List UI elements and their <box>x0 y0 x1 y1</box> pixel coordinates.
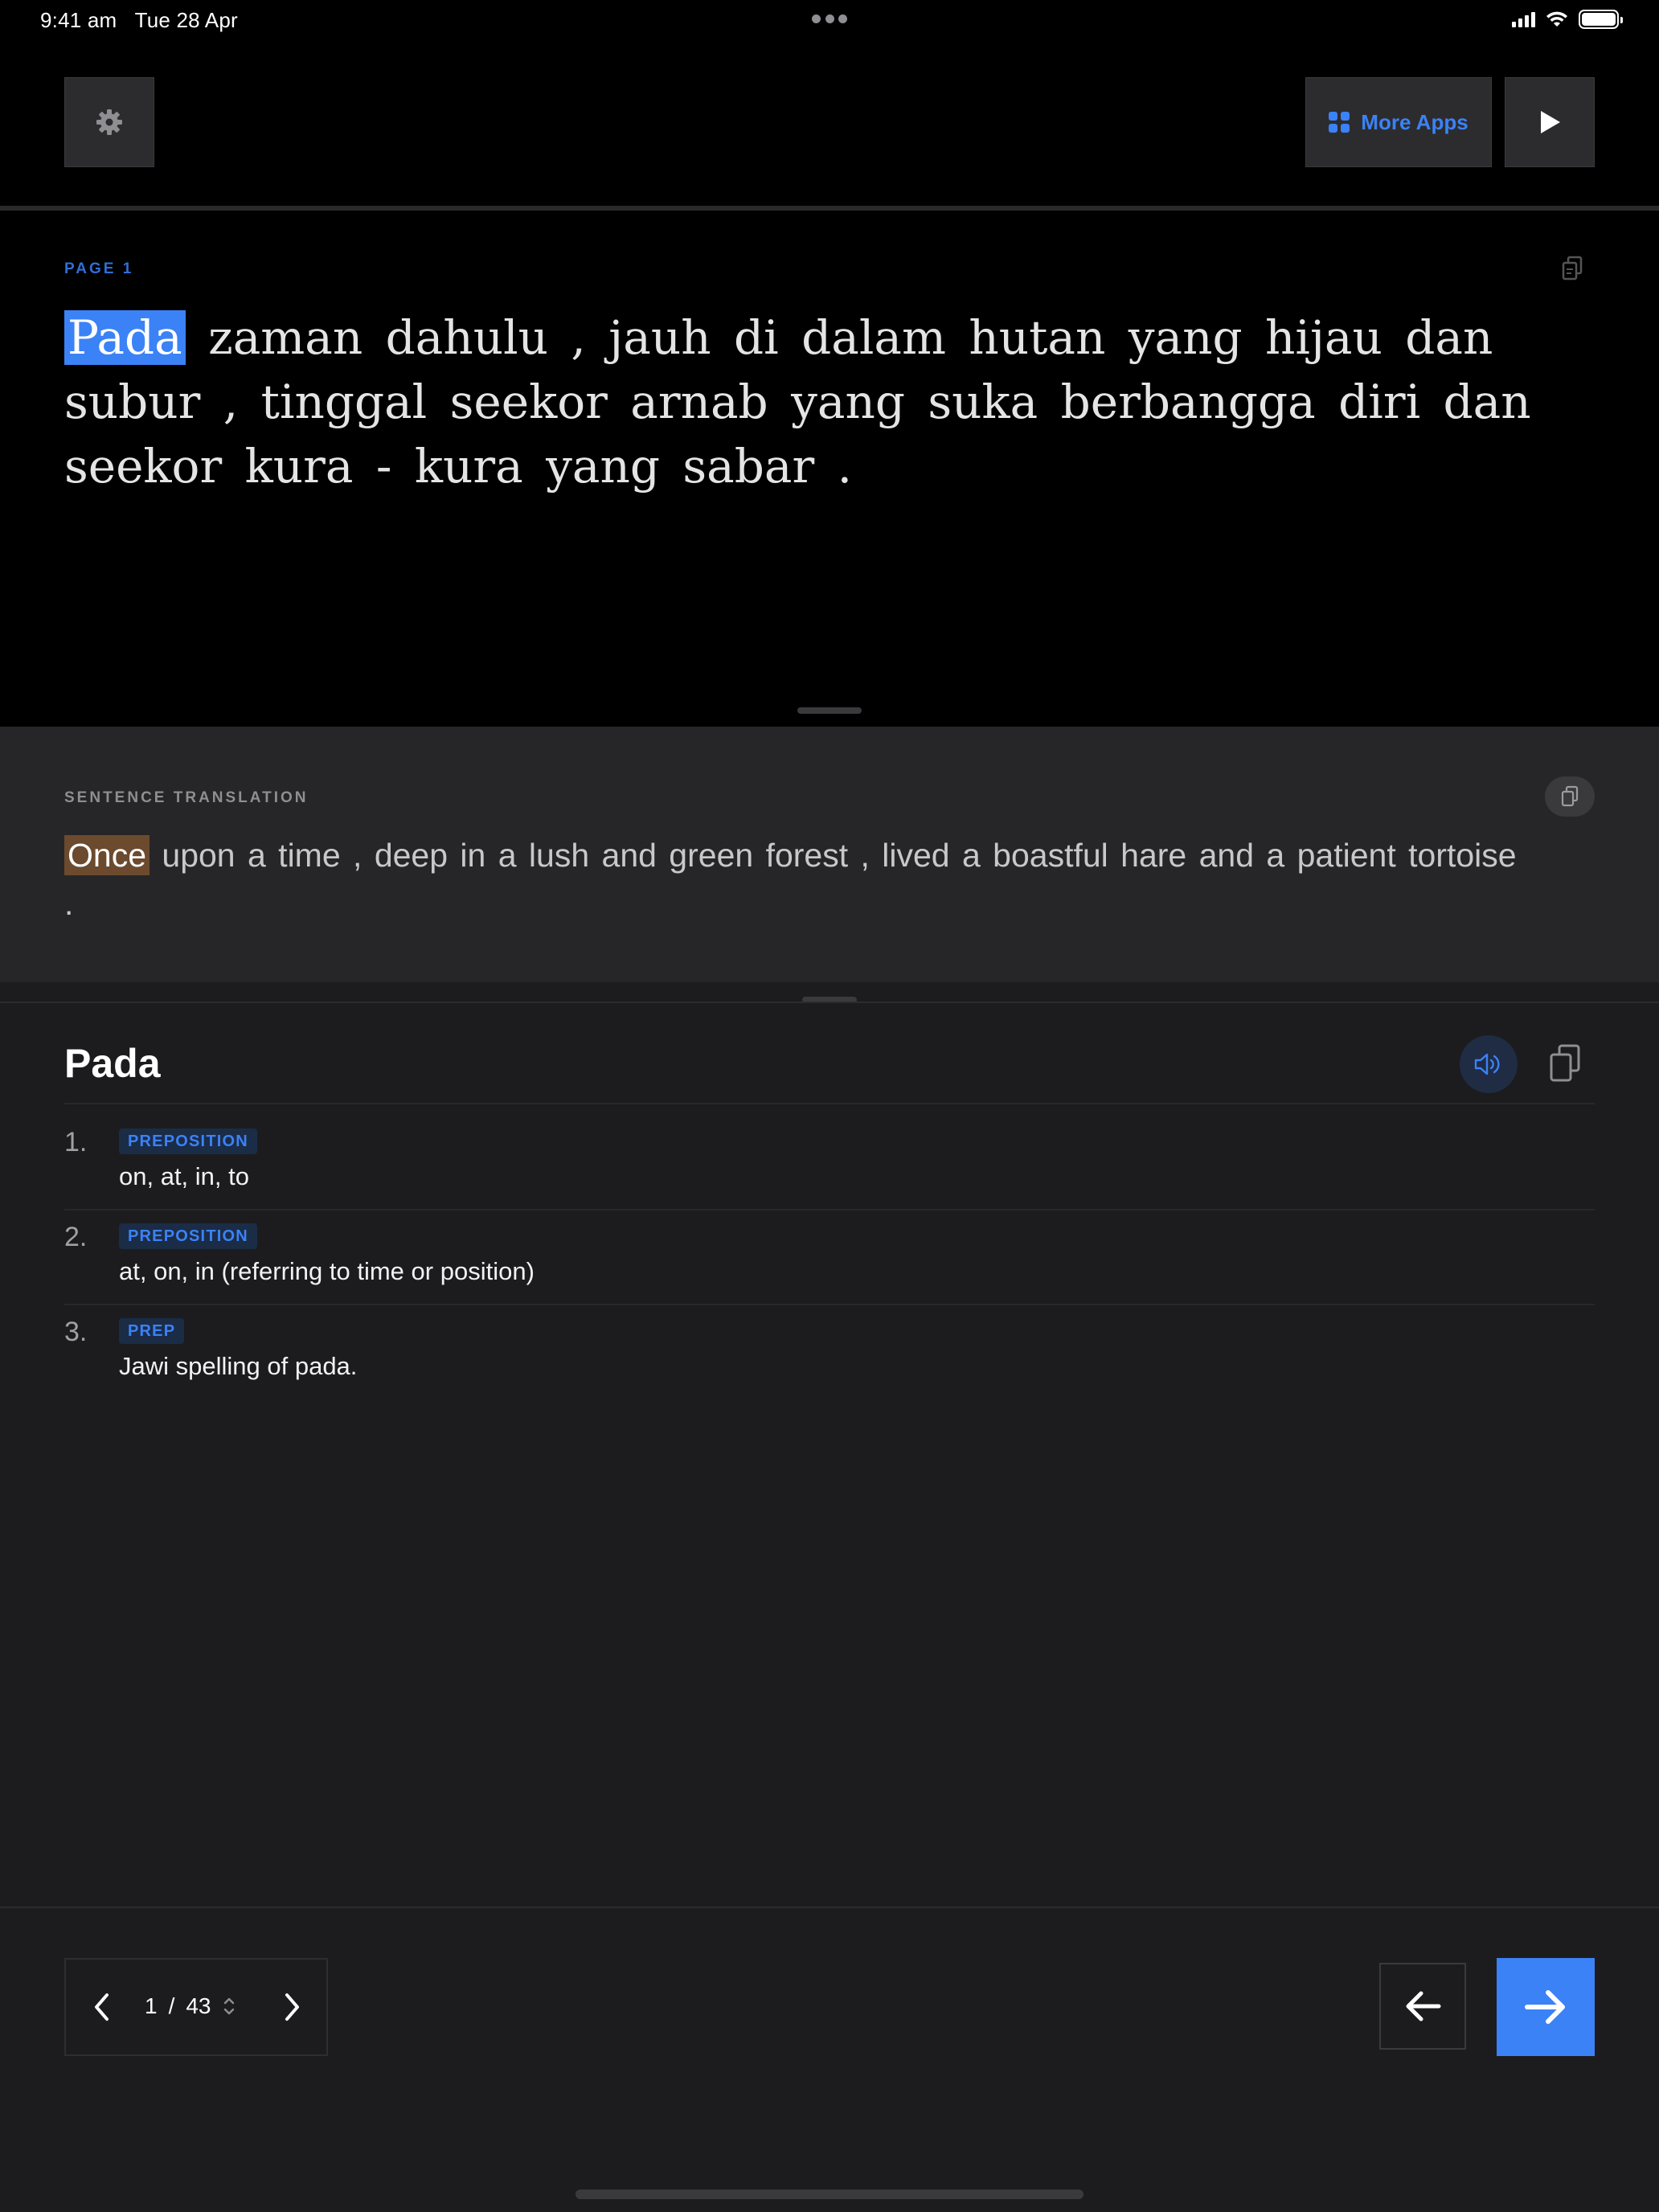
next-sentence-button[interactable] <box>1497 1958 1595 2056</box>
top-toolbar: More Apps <box>0 39 1659 206</box>
play-button[interactable] <box>1505 77 1595 167</box>
definition-text: on, at, in, to <box>119 1162 249 1190</box>
reader-panel: PAGE 1 Pada zaman dahulu , jauh di dalam… <box>0 211 1659 727</box>
more-apps-label: More Apps <box>1361 109 1469 134</box>
cellular-signal-icon <box>1512 11 1535 27</box>
definition-item: 2. PREPOSITION at, on, in (referring to … <box>64 1199 1595 1294</box>
page-stepper: 1 / 43 <box>64 1958 328 2056</box>
definition-text: Jawi spelling of pada. <box>119 1352 358 1380</box>
page-separator: / <box>168 1993 175 2018</box>
translated-highlight-word[interactable]: Once <box>64 835 150 875</box>
definition-item: 1. PREPOSITION on, at, in, to <box>64 1104 1595 1199</box>
chevron-right-icon[interactable] <box>280 1992 304 2022</box>
reader-resize-handle[interactable] <box>797 707 862 714</box>
status-indicators <box>1512 10 1623 29</box>
gear-icon <box>96 109 122 135</box>
part-of-speech-badge: PREPOSITION <box>119 1223 257 1249</box>
part-of-speech-badge: PREPOSITION <box>119 1129 257 1154</box>
part-of-speech-badge: PREP <box>119 1318 185 1344</box>
definition-text: at, on, in (referring to time or positio… <box>119 1257 535 1285</box>
translation-text-rest[interactable]: upon a time , deep in a lush and green f… <box>64 837 1517 922</box>
wifi-icon <box>1546 11 1567 27</box>
multitasking-dots-icon[interactable] <box>812 14 847 24</box>
play-icon <box>1541 111 1560 133</box>
status-clock: 9:41 am <box>40 8 117 32</box>
pronounce-button[interactable] <box>1460 1035 1518 1093</box>
total-pages: 43 <box>186 1993 211 2018</box>
selected-word[interactable]: Pada <box>64 310 186 365</box>
more-apps-button[interactable]: More Apps <box>1305 77 1492 167</box>
copy-translation-button[interactable] <box>1545 776 1595 817</box>
current-page: 1 <box>145 1993 158 2018</box>
translation-label: SENTENCE TRANSLATION <box>64 789 309 806</box>
page-label: PAGE 1 <box>64 260 134 277</box>
status-time: 9:41 am Tue 28 Apr <box>40 8 238 33</box>
chevron-updown-icon <box>223 1997 234 2015</box>
copy-icon <box>1561 785 1579 807</box>
bottom-divider <box>0 1907 1659 1908</box>
speaker-icon <box>1474 1053 1500 1075</box>
battery-icon <box>1579 10 1623 29</box>
definition-number: 3. <box>64 1317 88 1347</box>
arrow-right-icon <box>1525 1990 1565 2024</box>
definition-number: 2. <box>64 1222 88 1252</box>
copy-definition-icon[interactable] <box>1548 1043 1582 1083</box>
settings-button[interactable] <box>64 77 154 167</box>
source-text[interactable]: Pada zaman dahulu , jauh di dalam hutan … <box>64 305 1543 498</box>
home-indicator[interactable] <box>576 2189 1083 2199</box>
definition-item: 3. PREP Jawi spelling of pada. <box>64 1294 1595 1389</box>
dictionary-headword: Pada <box>64 1041 161 1086</box>
source-text-rest[interactable]: zaman dahulu , jauh di dalam hutan yang … <box>64 310 1531 494</box>
status-bar: 9:41 am Tue 28 Apr <box>0 0 1659 39</box>
chevron-left-icon[interactable] <box>90 1992 114 2022</box>
apps-grid-icon <box>1329 112 1350 133</box>
definition-number: 1. <box>64 1127 88 1157</box>
copy-page-icon[interactable] <box>1561 256 1583 281</box>
previous-sentence-button[interactable] <box>1379 1963 1466 2050</box>
page-selector[interactable]: 1 / 43 <box>145 1993 236 2019</box>
arrow-left-icon <box>1406 1991 1441 2022</box>
status-date: Tue 28 Apr <box>134 8 238 32</box>
translation-panel: SENTENCE TRANSLATION Once upon a time , … <box>0 727 1659 982</box>
dictionary-panel: Pada 1. PREPOSITION on, at, in, to 2. PR… <box>0 1003 1659 1907</box>
translation-text[interactable]: Once upon a time , deep in a lush and gr… <box>64 831 1527 928</box>
